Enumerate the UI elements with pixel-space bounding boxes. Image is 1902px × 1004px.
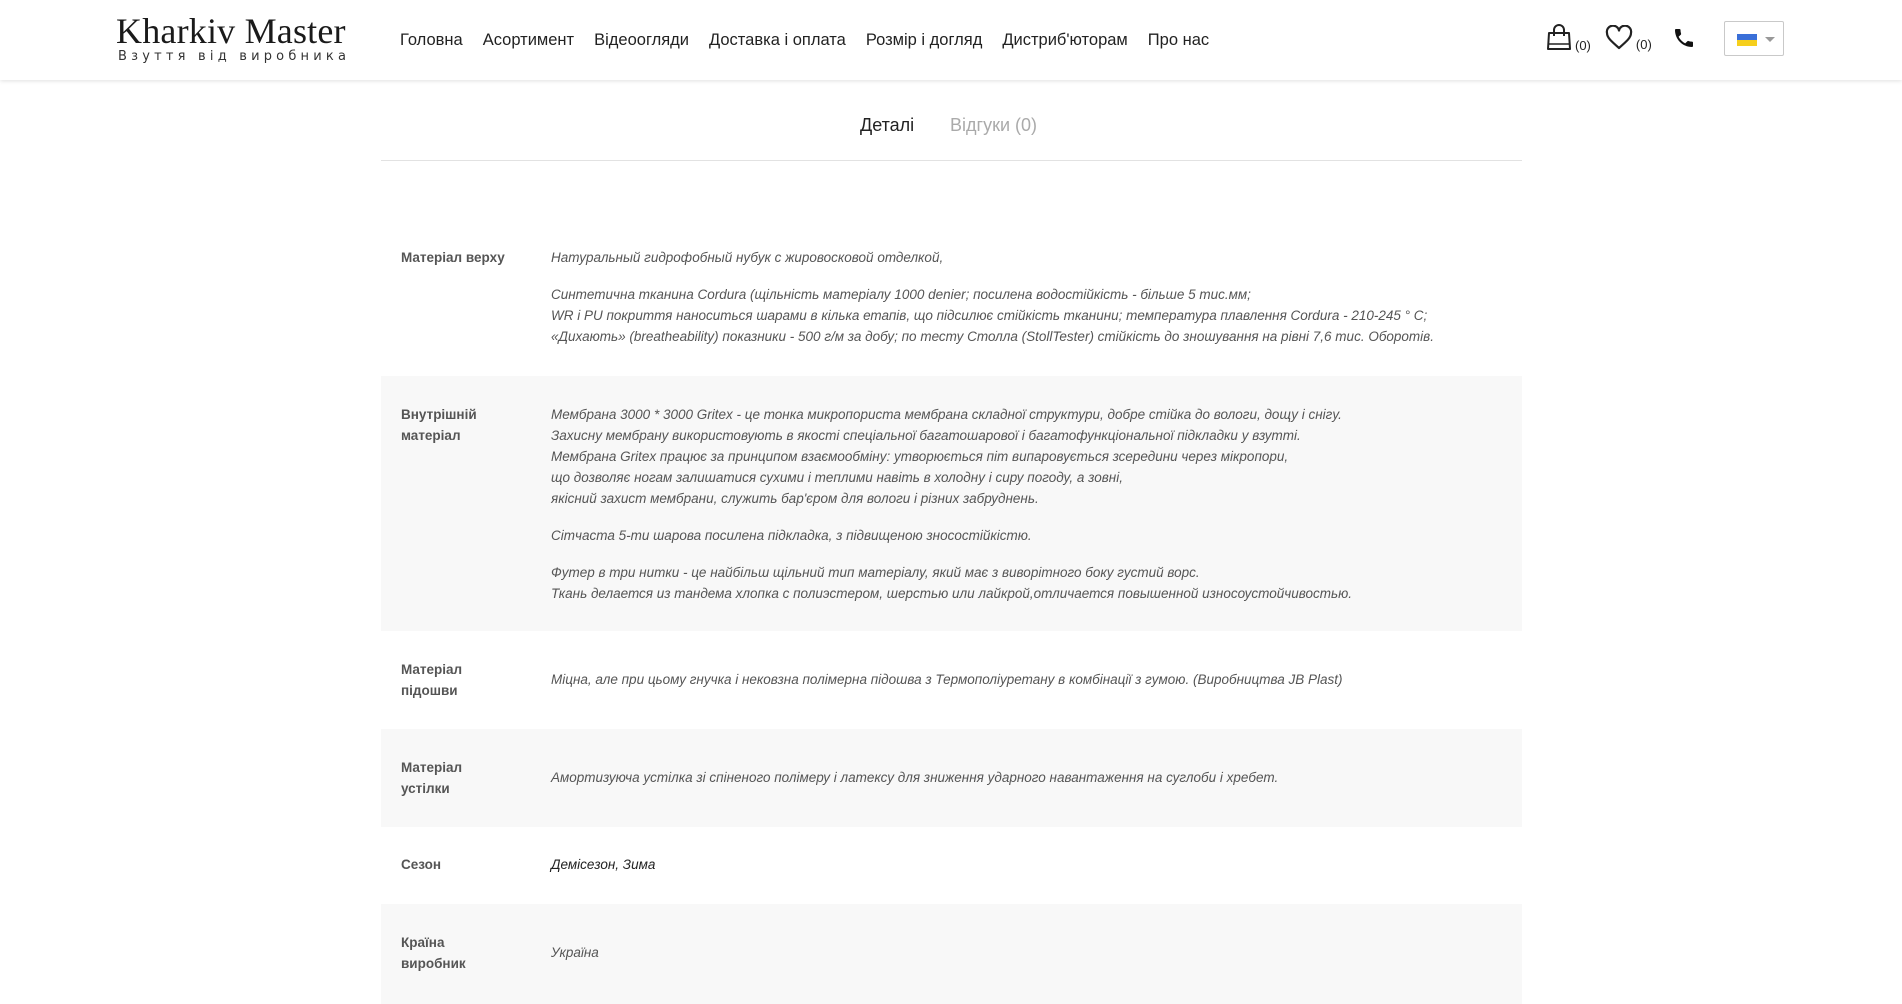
tab-details[interactable]: Деталі bbox=[860, 113, 914, 137]
phone-icon bbox=[1672, 26, 1696, 50]
details-row-country: Країна виробник Україна bbox=[381, 904, 1522, 1004]
cart-button[interactable]: (0) bbox=[1546, 24, 1591, 53]
nav-item-video-reviews[interactable]: Відеоогляди bbox=[594, 29, 689, 51]
details-value: Україна bbox=[551, 945, 599, 960]
details-row-inner-material: Внутрішній матеріал Мембрана 3000 * 3000… bbox=[381, 376, 1522, 631]
nav-item-size-care[interactable]: Розмір і догляд bbox=[866, 29, 983, 51]
wishlist-button[interactable]: (0) bbox=[1605, 25, 1652, 52]
details-label: Внутрішній матеріал bbox=[401, 407, 477, 443]
details-row-insole-material: Матеріал устілки Амортизуюча устілка зі … bbox=[381, 729, 1522, 827]
details-label: Матеріал верху bbox=[401, 250, 505, 265]
cart-count: (0) bbox=[1575, 38, 1591, 53]
details-value: Натуральный гидрофобный нубук с жировоск… bbox=[551, 250, 1434, 344]
nav-item-distributors[interactable]: Дистриб'юторам bbox=[1002, 29, 1127, 51]
details-table: Матеріал верху Натуральный гидрофобный н… bbox=[381, 228, 1522, 1004]
ukraine-flag-icon bbox=[1737, 34, 1757, 46]
logo[interactable]: Kharkiv Master Взуття від виробника bbox=[116, 12, 350, 63]
details-row-upper-material: Матеріал верху Натуральный гидрофобный н… bbox=[381, 228, 1522, 376]
details-label: Країна виробник bbox=[401, 935, 466, 971]
header-icons: (0) (0) bbox=[1546, 24, 1696, 53]
logo-subtitle: Взуття від виробника bbox=[118, 49, 351, 64]
tab-reviews[interactable]: Відгуки (0) bbox=[950, 113, 1037, 137]
details-label: Матеріал підошви bbox=[401, 662, 463, 698]
main-nav: Головна Асортимент Відеоогляди Доставка … bbox=[400, 29, 1229, 51]
details-label: Сезон bbox=[401, 857, 442, 872]
nav-item-home[interactable]: Головна bbox=[400, 29, 463, 51]
heart-icon bbox=[1605, 25, 1633, 50]
nav-item-delivery-payment[interactable]: Доставка і оплата bbox=[709, 29, 846, 51]
product-tabs: Деталі Відгуки (0) bbox=[381, 110, 1522, 161]
details-row-season: Сезон Демісезон, Зима bbox=[381, 827, 1522, 904]
nav-item-about[interactable]: Про нас bbox=[1148, 29, 1209, 51]
language-select[interactable] bbox=[1724, 21, 1784, 56]
details-value: Амортизуюча устілка зі спіненого полімер… bbox=[551, 770, 1279, 785]
phone-button[interactable] bbox=[1672, 26, 1696, 50]
shopping-bag-icon bbox=[1546, 24, 1572, 51]
details-value: Демісезон, Зима bbox=[551, 857, 656, 872]
site-header: Kharkiv Master Взуття від виробника Голо… bbox=[0, 0, 1902, 80]
details-value: Мембрана 3000 * 3000 Gritex - це тонка м… bbox=[551, 407, 1353, 601]
chevron-down-icon bbox=[1765, 37, 1775, 42]
logo-title: Kharkiv Master bbox=[116, 11, 346, 51]
details-value: Міцна, але при цьому гнучка і нековзна п… bbox=[551, 672, 1343, 687]
details-row-sole-material: Матеріал підошви Міцна, але при цьому гн… bbox=[381, 631, 1522, 729]
details-label: Матеріал устілки bbox=[401, 760, 463, 796]
nav-item-assortment[interactable]: Асортимент bbox=[483, 29, 574, 51]
wishlist-count: (0) bbox=[1635, 37, 1652, 52]
